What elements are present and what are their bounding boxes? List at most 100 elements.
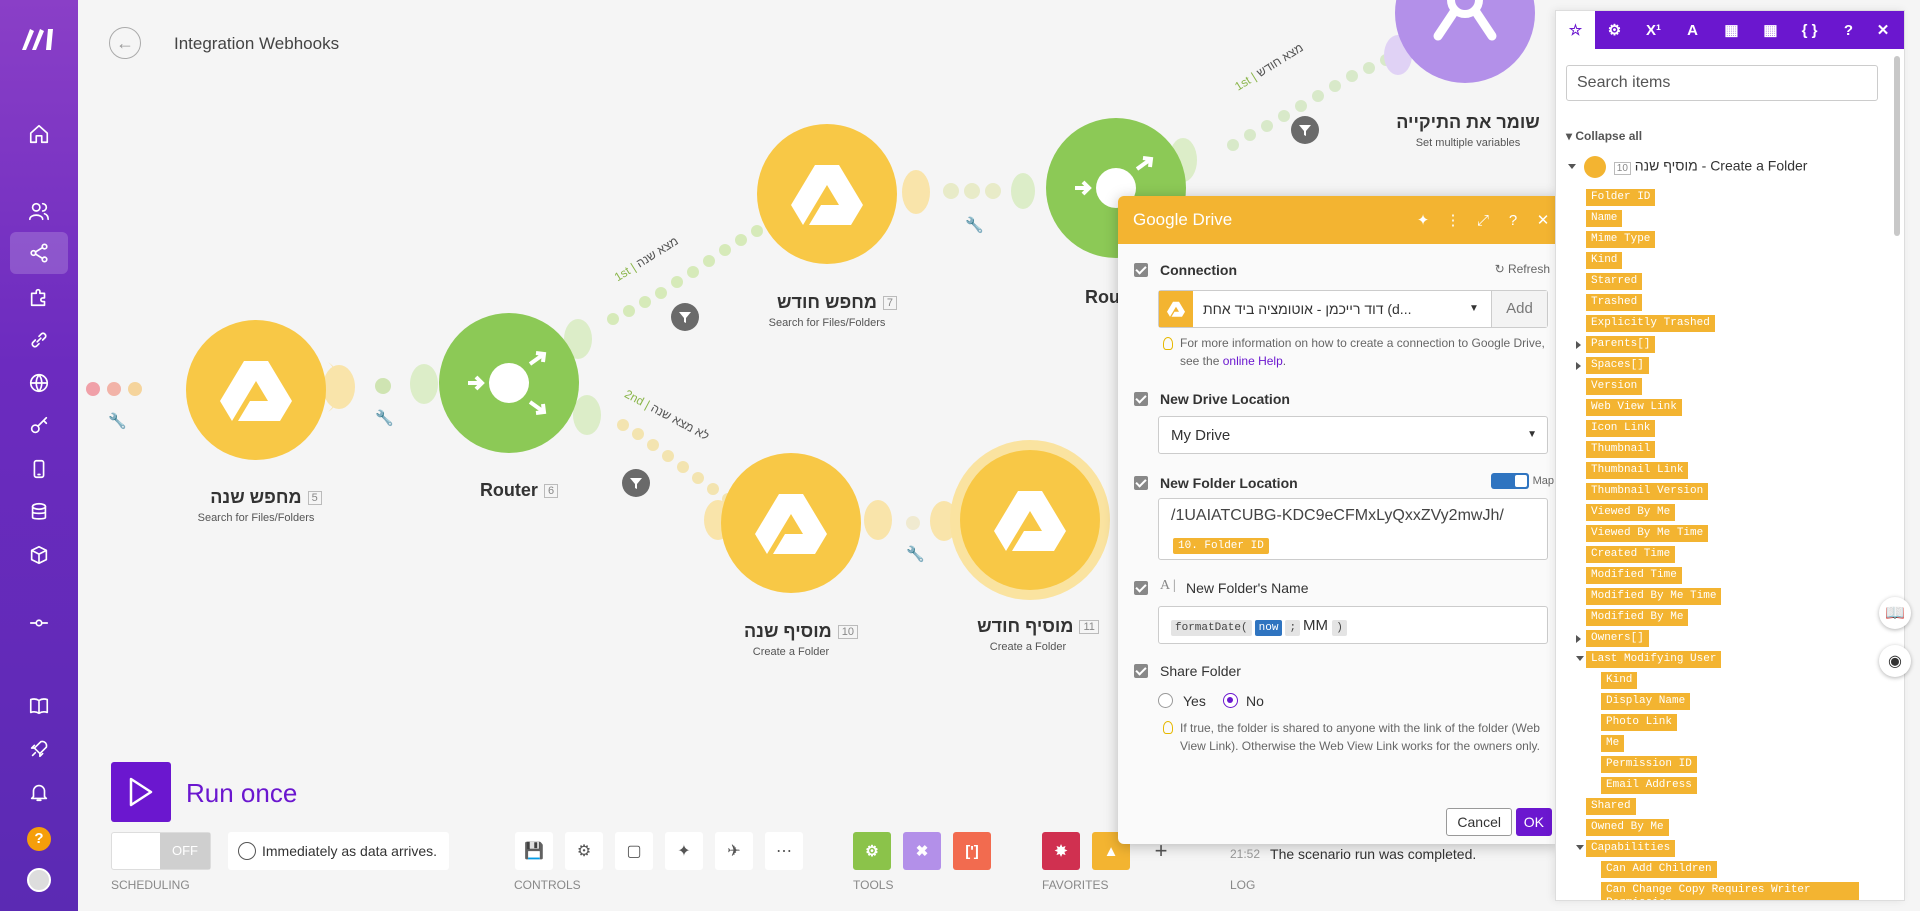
- chevron-right-icon[interactable]: [1576, 635, 1581, 643]
- ai-sparkle-icon[interactable]: ✦: [1408, 211, 1438, 229]
- mapping-item[interactable]: Permission ID: [1601, 756, 1697, 773]
- section-checkbox[interactable]: [1134, 392, 1148, 406]
- datastores-icon[interactable]: [10, 491, 68, 533]
- mapping-item[interactable]: Can Add Children: [1601, 861, 1717, 878]
- flow-control-gear-icon[interactable]: ⚙: [853, 832, 891, 870]
- map-toggle[interactable]: Map: [1490, 473, 1554, 489]
- module-create-month-folder[interactable]: [950, 440, 1110, 600]
- run-once-label[interactable]: Run once: [186, 778, 297, 809]
- close-icon[interactable]: ✕: [1528, 211, 1558, 229]
- expand-icon[interactable]: ⤢: [1468, 212, 1498, 229]
- magic-wand-icon[interactable]: ✦: [665, 832, 703, 870]
- module-search-year[interactable]: [186, 320, 326, 460]
- rocket-icon[interactable]: [10, 728, 68, 770]
- notifications-bell-icon[interactable]: [10, 771, 68, 813]
- webhooks-globe-icon[interactable]: [10, 362, 68, 404]
- function-pill[interactable]: formatDate(: [1171, 620, 1252, 636]
- close-icon[interactable]: ✕: [1868, 11, 1898, 49]
- flow-control-icon[interactable]: [10, 602, 68, 644]
- mapping-item[interactable]: Mime Type: [1586, 231, 1656, 248]
- avatar[interactable]: [27, 868, 51, 892]
- mapping-item[interactable]: Viewed By Me: [1586, 504, 1676, 521]
- mapping-item[interactable]: Shared: [1586, 798, 1636, 815]
- mapping-item[interactable]: Thumbnail: [1586, 441, 1656, 458]
- more-vertical-icon[interactable]: ⋮: [1438, 211, 1468, 229]
- table-icon[interactable]: ▦: [1751, 11, 1790, 49]
- mapping-item[interactable]: Kind: [1601, 672, 1638, 689]
- mapping-item[interactable]: Viewed By Me Time: [1586, 525, 1709, 542]
- mapping-item[interactable]: Trashed: [1586, 294, 1643, 311]
- mapping-item[interactable]: Parents[]: [1586, 336, 1656, 353]
- wrench-icon[interactable]: 🔧: [108, 412, 127, 430]
- help-icon[interactable]: ?: [27, 827, 51, 851]
- mapping-item[interactable]: Owners[]: [1586, 630, 1649, 647]
- mapping-item[interactable]: Thumbnail Version: [1586, 483, 1709, 500]
- mapping-item[interactable]: Web View Link: [1586, 399, 1682, 416]
- separator-pill[interactable]: ;: [1285, 620, 1301, 636]
- tree-root[interactable]: מוסיף שנה 10 - Create a Folder: [1568, 156, 1807, 178]
- mapping-item[interactable]: Icon Link: [1586, 420, 1656, 437]
- devices-icon[interactable]: [10, 448, 68, 490]
- mapping-item[interactable]: Capabilities: [1586, 840, 1676, 857]
- wrench-icon[interactable]: 🔧: [375, 409, 394, 427]
- drive-location-select[interactable]: My Drive ▼: [1158, 416, 1548, 454]
- chevron-down-icon[interactable]: [1576, 656, 1584, 661]
- folder-name-input[interactable]: formatDate(now; MM ): [1158, 606, 1548, 644]
- section-checkbox[interactable]: [1134, 664, 1148, 678]
- section-checkbox[interactable]: [1134, 581, 1148, 595]
- airplane-icon[interactable]: ✈: [715, 832, 753, 870]
- function-close-pill[interactable]: ): [1332, 620, 1347, 636]
- wrench-icon[interactable]: 🔧: [965, 216, 984, 234]
- make-logo-icon[interactable]: [20, 26, 58, 52]
- mapping-item[interactable]: Email Address: [1601, 777, 1697, 794]
- text-icon[interactable]: A: [1673, 11, 1712, 49]
- folder-location-input[interactable]: /1UAIATCUBG-KDC9eCFMxLyQxxZVy2mwJh/ 10. …: [1158, 498, 1548, 560]
- online-help-link[interactable]: online Help: [1223, 354, 1283, 368]
- mapping-item[interactable]: Owned By Me: [1586, 819, 1669, 836]
- mapping-item[interactable]: Name: [1586, 210, 1623, 227]
- tools-wrench-icon[interactable]: ✖: [903, 832, 941, 870]
- webhooks-favorite-icon[interactable]: ✸: [1042, 832, 1080, 870]
- mapping-item[interactable]: Created Time: [1586, 546, 1676, 563]
- share-yes-radio[interactable]: [1158, 693, 1173, 708]
- filter-icon[interactable]: [622, 469, 650, 497]
- mapping-item[interactable]: Modified By Me Time: [1586, 588, 1722, 605]
- docs-book-icon[interactable]: [10, 685, 68, 727]
- datastructures-icon[interactable]: [10, 534, 68, 576]
- mapping-item[interactable]: Last Modifying User: [1586, 651, 1722, 668]
- mapping-item[interactable]: Display Name: [1601, 693, 1691, 710]
- mapping-item[interactable]: Kind: [1586, 252, 1623, 269]
- settings-gear-icon[interactable]: ⚙: [565, 832, 603, 870]
- cancel-button[interactable]: Cancel: [1446, 808, 1512, 836]
- chevron-down-icon[interactable]: [1576, 845, 1584, 850]
- keys-icon[interactable]: [10, 405, 68, 447]
- panel-scrollbar[interactable]: [1894, 56, 1900, 236]
- scheduling-settings[interactable]: Immediately as data arrives.: [228, 832, 450, 870]
- help-icon[interactable]: ?: [1498, 212, 1528, 229]
- module-router[interactable]: [439, 313, 579, 453]
- mapping-item[interactable]: Thumbnail Link: [1586, 462, 1689, 479]
- star-icon[interactable]: ☆: [1556, 11, 1595, 49]
- search-input[interactable]: [1566, 65, 1878, 101]
- gear-icon[interactable]: ⚙: [1595, 11, 1634, 49]
- mapping-item[interactable]: Modified By Me: [1586, 609, 1689, 626]
- keyword-pill[interactable]: now: [1254, 620, 1283, 636]
- mapping-item[interactable]: Explicitly Trashed: [1586, 315, 1715, 332]
- json-tool-icon[interactable]: [']: [953, 832, 991, 870]
- users-icon[interactable]: [10, 190, 68, 232]
- module-search-month[interactable]: [757, 124, 897, 264]
- puzzle-icon[interactable]: [10, 276, 68, 318]
- section-checkbox[interactable]: [1134, 476, 1148, 490]
- chevron-right-icon[interactable]: [1576, 341, 1581, 349]
- add-connection-button[interactable]: Add: [1491, 291, 1547, 327]
- mapping-item[interactable]: Spaces[]: [1586, 357, 1649, 374]
- filter-icon[interactable]: [671, 303, 699, 331]
- connections-icon[interactable]: [10, 319, 68, 361]
- chevron-right-icon[interactable]: [1576, 362, 1581, 370]
- book-icon[interactable]: 📖: [1879, 597, 1911, 629]
- mapped-folder-id-pill[interactable]: 10. Folder ID: [1173, 538, 1269, 554]
- share-no-radio[interactable]: [1223, 693, 1238, 708]
- braces-icon[interactable]: { }: [1790, 11, 1829, 49]
- math-icon[interactable]: X¹: [1634, 11, 1673, 49]
- color-wheel-icon[interactable]: ◉: [1879, 645, 1911, 677]
